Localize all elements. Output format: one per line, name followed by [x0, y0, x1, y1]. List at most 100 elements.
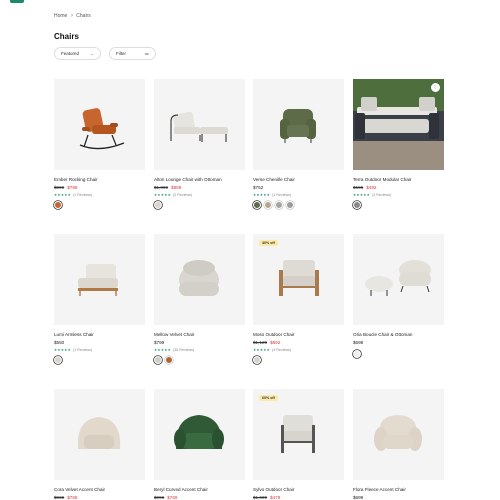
original-price: $695: [353, 185, 364, 190]
accent-chair-icon: [77, 417, 121, 449]
sale-price: $692: [270, 340, 281, 345]
product-price: $1,129 $692: [253, 340, 344, 345]
color-swatches: [54, 201, 145, 209]
product-image[interactable]: [154, 234, 245, 325]
product-price: $799: [154, 340, 245, 345]
product-card[interactable]: 60% off Sylvo Outdoor Chair $1,699 $479: [253, 389, 344, 500]
product-rating: ★★★★★ (4 Reviews): [253, 348, 344, 352]
product-image[interactable]: [353, 389, 444, 480]
product-image[interactable]: [54, 389, 145, 480]
product-image[interactable]: 60% off: [253, 389, 344, 480]
chevron-down-icon: ⌄: [90, 51, 94, 56]
page-title: Chairs: [54, 32, 79, 41]
color-swatch[interactable]: [165, 356, 173, 364]
sort-label: Featured: [61, 51, 80, 56]
color-swatch[interactable]: [154, 356, 162, 364]
product-image[interactable]: [154, 389, 245, 480]
color-swatch[interactable]: [253, 201, 261, 209]
review-count[interactable]: (1 Reviews): [272, 193, 291, 197]
color-swatch[interactable]: [353, 350, 361, 358]
review-count[interactable]: (1 Reviews): [73, 193, 92, 197]
product-card[interactable]: ♡ Terra Outdoor Modular Chair $695 $492 …: [353, 79, 444, 209]
regular-price: $752: [253, 185, 264, 190]
star-icon: ★★★★★: [353, 193, 371, 197]
product-name[interactable]: Alton Lounge Chair with Ottoman: [154, 177, 245, 182]
product-name[interactable]: Beryl Curved Accent Chair: [154, 487, 245, 492]
product-card[interactable]: Verse Chenille Chair $752 ★★★★★ (1 Revie…: [253, 79, 344, 209]
original-price: $1,699: [253, 495, 268, 500]
product-name[interactable]: Mellow Velvet Chair: [154, 332, 245, 337]
regular-price: $550: [54, 340, 65, 345]
original-price: $999: [54, 185, 65, 190]
review-count[interactable]: (2 Reviews): [173, 193, 192, 197]
product-price: $698: [353, 340, 444, 345]
product-name[interactable]: Terra Outdoor Modular Chair: [353, 177, 444, 182]
product-card[interactable]: Mellow Velvet Chair $799 ★★★★★ (35 Revie…: [154, 234, 245, 364]
original-price: $1,129: [253, 340, 268, 345]
product-card[interactable]: Oria Boucle Chair & Ottoman $698: [353, 234, 444, 358]
product-card[interactable]: Lumi Armless Chair $550 ★★★★★ (1 Reviews…: [54, 234, 145, 364]
product-rating: ★★★★★ (2 Reviews): [154, 193, 245, 197]
fleece-chair-icon: [374, 415, 422, 451]
color-swatches: [253, 201, 344, 209]
product-name[interactable]: Lumi Armless Chair: [54, 332, 145, 337]
regular-price: $699: [353, 495, 364, 500]
product-name[interactable]: Flora Fleece Accent Chair: [353, 487, 444, 492]
outdoor-chair-icon: [281, 415, 315, 453]
color-swatches: [54, 356, 145, 364]
color-swatch[interactable]: [275, 201, 283, 209]
filter-button[interactable]: Filter ⚌: [109, 47, 156, 60]
discount-badge: 60% off: [259, 395, 278, 401]
product-name[interactable]: Sylvo Outdoor Chair: [253, 487, 344, 492]
color-swatch[interactable]: [264, 201, 272, 209]
product-card[interactable]: Cora Velvet Accent Chair $969 $769: [54, 389, 145, 500]
color-swatch[interactable]: [54, 201, 62, 209]
product-rating: ★★★★★ (35 Reviews): [154, 348, 245, 352]
review-count[interactable]: (1 Reviews): [73, 348, 92, 352]
color-swatch[interactable]: [286, 201, 294, 209]
product-card[interactable]: 40% off Moso Outdoor Chair $1,129 $692 ★…: [253, 234, 344, 364]
color-swatch[interactable]: [54, 356, 62, 364]
curved-chair-icon: [174, 415, 224, 449]
sort-dropdown[interactable]: Featured ⌄: [54, 47, 101, 60]
breadcrumb-home-link[interactable]: Home: [54, 13, 67, 19]
product-image[interactable]: [54, 234, 145, 325]
product-name[interactable]: Oria Boucle Chair & Ottoman: [353, 332, 444, 337]
product-card[interactable]: Beryl Curved Accent Chair $996 $769: [154, 389, 245, 500]
color-swatch[interactable]: [353, 201, 361, 209]
product-image[interactable]: [154, 79, 245, 170]
product-image[interactable]: [253, 79, 344, 170]
color-swatch[interactable]: [154, 201, 162, 209]
product-price: $752: [253, 185, 344, 190]
star-icon: ★★★★★: [154, 348, 172, 352]
product-name[interactable]: Cora Velvet Accent Chair: [54, 487, 145, 492]
product-price: $996 $769: [154, 495, 245, 500]
original-price: $969: [54, 495, 65, 500]
color-swatches: [353, 350, 444, 358]
star-icon: ★★★★★: [253, 193, 271, 197]
sale-price: $769: [67, 495, 78, 500]
regular-price: $698: [353, 340, 364, 345]
product-card[interactable]: Ember Rocking Chair $999 $799 ★★★★★ (1 R…: [54, 79, 145, 209]
product-image[interactable]: 40% off: [253, 234, 344, 325]
review-count[interactable]: (35 Reviews): [173, 348, 194, 352]
product-card[interactable]: Alton Lounge Chair with Ottoman $1,099 $…: [154, 79, 245, 209]
product-price: $695 $492: [353, 185, 444, 190]
brand-logo[interactable]: [10, 0, 24, 3]
product-name[interactable]: Moso Outdoor Chair: [253, 332, 344, 337]
product-name[interactable]: Verse Chenille Chair: [253, 177, 344, 182]
sale-price: $479: [270, 495, 281, 500]
star-icon: ★★★★★: [154, 193, 172, 197]
review-count[interactable]: (4 Reviews): [272, 348, 291, 352]
product-image[interactable]: ♡: [353, 79, 444, 170]
product-image[interactable]: [353, 234, 444, 325]
color-swatch[interactable]: [253, 356, 261, 364]
review-count[interactable]: (3 Reviews): [372, 193, 391, 197]
product-image[interactable]: [54, 79, 145, 170]
product-name[interactable]: Ember Rocking Chair: [54, 177, 145, 182]
sale-price: $492: [366, 185, 377, 190]
original-price: $1,099: [154, 185, 169, 190]
outdoor-chair-icon: [279, 260, 319, 296]
heart-icon[interactable]: ♡: [431, 83, 440, 92]
product-card[interactable]: Flora Fleece Accent Chair $699: [353, 389, 444, 500]
